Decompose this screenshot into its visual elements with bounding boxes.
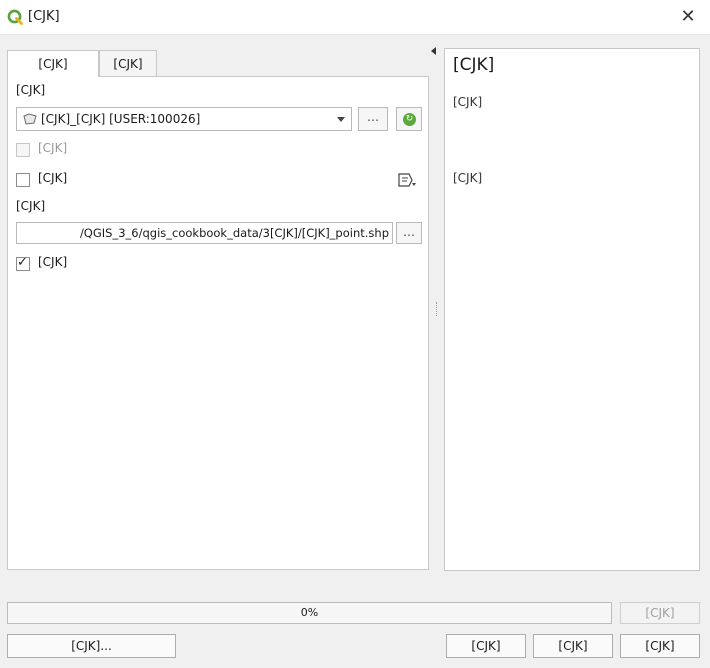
help-button[interactable]: [CJK] — [620, 634, 700, 658]
output-file-field[interactable]: /QGIS_3_6/qgis_cookbook_data/3[CJK]/[CJK… — [16, 222, 393, 244]
iterate-icon: ↻ — [403, 113, 416, 126]
open-output-label: [CJK] — [38, 255, 68, 269]
output-path-value: /QGIS_3_6/qgis_cookbook_data/3[CJK]/[CJK… — [79, 226, 389, 240]
collapse-help-arrow-icon[interactable] — [431, 47, 436, 55]
parameters-panel: [CJK] [CJK]_[CJK] [USER:100026] … ↻ [CJK… — [7, 76, 429, 570]
window-title: [CJK] — [28, 9, 60, 24]
batch-process-button[interactable]: [CJK]... — [7, 634, 176, 658]
output-browse-button[interactable]: … — [396, 222, 422, 244]
chevron-down-icon — [337, 117, 345, 122]
check-icon: ✓ — [17, 255, 28, 270]
selected-only-checkbox[interactable] — [16, 143, 30, 157]
iterate-features-button[interactable]: ↻ — [396, 107, 422, 131]
title-bar: [CJK] ✕ — [0, 0, 710, 35]
tab-log[interactable]: [CJK] — [99, 50, 157, 76]
tab-parameters[interactable]: [CJK] — [7, 50, 99, 77]
data-defined-override-icon[interactable] — [396, 171, 418, 189]
help-panel: [CJK] [CJK] [CJK] — [444, 48, 700, 571]
progress-bar: 0% — [7, 602, 612, 624]
qgis-logo-icon — [7, 9, 23, 25]
cancel-button[interactable]: [CJK] — [620, 602, 700, 624]
close-window-button[interactable]: ✕ — [676, 5, 700, 29]
each-part-checkbox[interactable] — [16, 173, 30, 187]
each-part-label: [CJK] — [38, 171, 68, 185]
close-button[interactable]: [CJK] — [533, 634, 613, 658]
input-layer-value: [CJK]_[CJK] [USER:100026] — [41, 112, 201, 126]
help-paragraph-1: [CJK] — [453, 95, 483, 109]
run-button[interactable]: [CJK] — [446, 634, 526, 658]
splitter-handle[interactable] — [436, 302, 439, 316]
selected-only-label: [CJK] — [38, 141, 68, 155]
help-paragraph-2: [CJK] — [453, 171, 483, 185]
input-layer-label: [CJK] — [16, 83, 46, 97]
polygon-layer-icon — [23, 113, 37, 125]
help-title: [CJK] — [453, 55, 495, 75]
output-label: [CJK] — [16, 199, 46, 213]
open-output-checkbox[interactable]: ✓ — [16, 255, 30, 271]
input-layer-browse-button[interactable]: … — [358, 107, 388, 131]
input-layer-combobox[interactable]: [CJK]_[CJK] [USER:100026] — [16, 107, 352, 131]
